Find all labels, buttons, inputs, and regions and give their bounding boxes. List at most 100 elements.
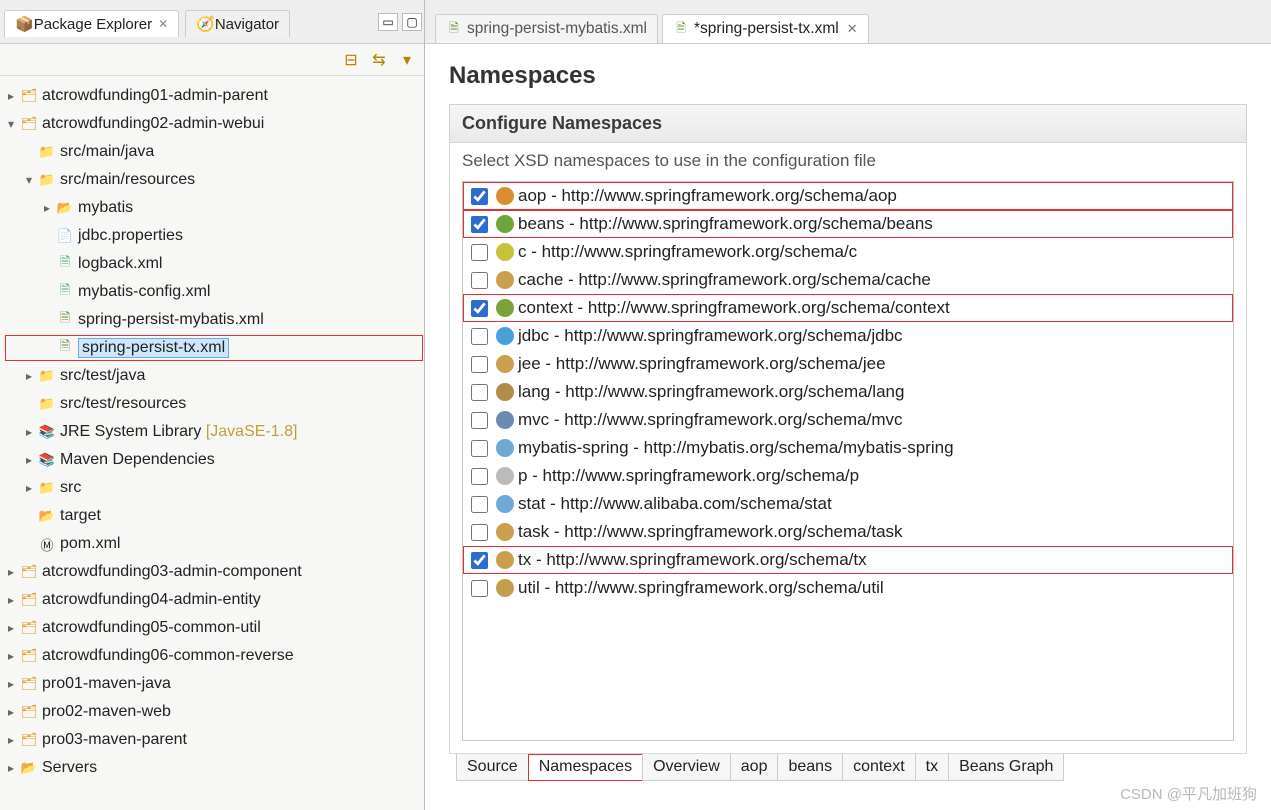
tree-src-folder[interactable]: 📁src/test/resources: [4, 390, 424, 418]
namespace-checkbox[interactable]: [471, 552, 488, 569]
tree-project[interactable]: ▸🗂atcrowdfunding05-common-util: [4, 614, 424, 642]
tree-project[interactable]: ▸🗂pro03-maven-parent: [4, 726, 424, 754]
tab-package-explorer[interactable]: 📦 Package Explorer ✕: [4, 10, 179, 37]
project-icon: 🗂: [20, 115, 38, 133]
tree-file-selected[interactable]: 🗎spring-persist-tx.xml: [4, 334, 424, 362]
namespace-row-cache[interactable]: cache - http://www.springframework.org/s…: [463, 266, 1233, 294]
tab-label: Package Explorer: [34, 16, 152, 33]
tree-folder[interactable]: ▸📁src: [4, 474, 424, 502]
namespace-label: mybatis-spring - http://mybatis.org/sche…: [518, 438, 954, 458]
close-icon[interactable]: ✕: [847, 21, 858, 37]
namespace-label: cache - http://www.springframework.org/s…: [518, 270, 931, 290]
namespace-checkbox[interactable]: [471, 356, 488, 373]
tree-project[interactable]: ▸🗂atcrowdfunding04-admin-entity: [4, 586, 424, 614]
namespace-row-p[interactable]: p - http://www.springframework.org/schem…: [463, 462, 1233, 490]
tree-project[interactable]: ▸🗂atcrowdfunding03-admin-component: [4, 558, 424, 586]
tree-maven-deps[interactable]: ▸📚Maven Dependencies: [4, 446, 424, 474]
editor-tab-active[interactable]: 🗎 *spring-persist-tx.xml ✕: [662, 14, 869, 43]
namespace-checkbox[interactable]: [471, 412, 488, 429]
package-folder-icon: 📁: [38, 367, 56, 385]
tree-src-folder[interactable]: 📁src/main/java: [4, 138, 424, 166]
editor-tab[interactable]: 🗎 spring-persist-mybatis.xml: [435, 14, 658, 43]
namespace-row-mybatis[interactable]: mybatis-spring - http://mybatis.org/sche…: [463, 434, 1233, 462]
bottom-tab-aop[interactable]: aop: [730, 754, 779, 781]
tree-project[interactable]: ▸🗂atcrowdfunding06-common-reverse: [4, 642, 424, 670]
namespace-row-context[interactable]: context - http://www.springframework.org…: [463, 294, 1233, 322]
bottom-tab-context[interactable]: context: [842, 754, 916, 781]
bottom-tab-overview[interactable]: Overview: [642, 754, 731, 781]
spring-xml-file-icon: 🗎: [446, 21, 462, 37]
bottom-tab-beans[interactable]: beans: [777, 754, 843, 781]
namespace-checkbox[interactable]: [471, 440, 488, 457]
namespace-checkbox[interactable]: [471, 580, 488, 597]
tab-navigator[interactable]: 🧭 Navigator: [185, 10, 290, 37]
namespace-label: lang - http://www.springframework.org/sc…: [518, 382, 904, 402]
tree-file[interactable]: 🗎logback.xml: [4, 250, 424, 278]
namespace-row-task[interactable]: task - http://www.springframework.org/sc…: [463, 518, 1233, 546]
tree-folder[interactable]: ▸📂mybatis: [4, 194, 424, 222]
folder-icon: 📂: [38, 507, 56, 525]
tree-jre[interactable]: ▸📚JRE System Library [JavaSE-1.8]: [4, 418, 424, 446]
namespace-checkbox[interactable]: [471, 468, 488, 485]
link-editor-icon[interactable]: ⇆: [370, 51, 388, 69]
bottom-tab-beans-graph[interactable]: Beans Graph: [948, 754, 1064, 781]
tree-project[interactable]: ▾🗂atcrowdfunding02-admin-webui: [4, 110, 424, 138]
namespace-label: mvc - http://www.springframework.org/sch…: [518, 410, 902, 430]
namespace-checkbox[interactable]: [471, 384, 488, 401]
spring-xml-file-icon: 🗎: [56, 311, 74, 329]
project-tree[interactable]: ▸🗂atcrowdfunding01-admin-parent ▾🗂atcrow…: [0, 76, 424, 810]
bottom-tab-namespaces[interactable]: Namespaces: [528, 754, 643, 781]
namespace-checkbox[interactable]: [471, 244, 488, 261]
namespace-row-jee[interactable]: jee - http://www.springframework.org/sch…: [463, 350, 1233, 378]
spring-xml-file-icon: 🗎: [56, 339, 74, 357]
collapse-all-icon[interactable]: ⊟: [342, 51, 360, 69]
namespace-checkbox[interactable]: [471, 272, 488, 289]
tree-project[interactable]: ▸📂Servers: [4, 754, 424, 782]
namespace-row-tx[interactable]: tx - http://www.springframework.org/sche…: [463, 546, 1233, 574]
namespace-row-lang[interactable]: lang - http://www.springframework.org/sc…: [463, 378, 1233, 406]
tree-project[interactable]: ▸🗂pro01-maven-java: [4, 670, 424, 698]
namespace-checkbox[interactable]: [471, 188, 488, 205]
tree-src-folder[interactable]: ▸📁src/test/java: [4, 362, 424, 390]
tree-project[interactable]: ▸🗂pro02-maven-web: [4, 698, 424, 726]
project-icon: 🗂: [20, 563, 38, 581]
tree-src-folder[interactable]: ▾📁src/main/resources: [4, 166, 424, 194]
namespace-label: c - http://www.springframework.org/schem…: [518, 242, 857, 262]
tree-file[interactable]: 🗎spring-persist-mybatis.xml: [4, 306, 424, 334]
tree-project[interactable]: ▸🗂atcrowdfunding01-admin-parent: [4, 82, 424, 110]
namespace-checkbox[interactable]: [471, 496, 488, 513]
bottom-tab-source[interactable]: Source: [456, 754, 529, 781]
package-folder-icon: 📁: [38, 395, 56, 413]
namespace-checkbox[interactable]: [471, 300, 488, 317]
tree-file[interactable]: Ⓜpom.xml: [4, 530, 424, 558]
close-icon[interactable]: ✕: [158, 17, 168, 31]
tree-folder[interactable]: 📂target: [4, 502, 424, 530]
maximize-view-button[interactable]: ▢: [402, 13, 422, 31]
namespace-row-mvc[interactable]: mvc - http://www.springframework.org/sch…: [463, 406, 1233, 434]
namespace-row-util[interactable]: util - http://www.springframework.org/sc…: [463, 574, 1233, 602]
package-icon: 📦: [15, 15, 34, 33]
xml-file-icon: 🗎: [56, 255, 74, 273]
namespace-checkbox[interactable]: [471, 328, 488, 345]
tree-file[interactable]: 🗎mybatis-config.xml: [4, 278, 424, 306]
namespace-label: aop - http://www.springframework.org/sch…: [518, 186, 897, 206]
namespace-icon: [496, 355, 514, 373]
editor-bottom-tabs: SourceNamespacesOverviewaopbeanscontextt…: [449, 754, 1247, 785]
namespace-row-aop[interactable]: aop - http://www.springframework.org/sch…: [463, 182, 1233, 210]
editor-tab-label: *spring-persist-tx.xml: [694, 20, 839, 38]
namespace-row-beans[interactable]: beans - http://www.springframework.org/s…: [463, 210, 1233, 238]
namespace-row-c[interactable]: c - http://www.springframework.org/schem…: [463, 238, 1233, 266]
namespace-icon: [496, 467, 514, 485]
namespace-checkbox[interactable]: [471, 524, 488, 541]
namespace-row-stat[interactable]: stat - http://www.alibaba.com/schema/sta…: [463, 490, 1233, 518]
library-icon: 📚: [38, 423, 56, 441]
package-folder-icon: 📁: [38, 143, 56, 161]
namespace-label: util - http://www.springframework.org/sc…: [518, 578, 884, 598]
minimize-view-button[interactable]: ▭: [378, 13, 398, 31]
view-menu-icon[interactable]: ▾: [398, 51, 416, 69]
bottom-tab-tx[interactable]: tx: [915, 754, 949, 781]
namespace-label: p - http://www.springframework.org/schem…: [518, 466, 859, 486]
namespace-checkbox[interactable]: [471, 216, 488, 233]
namespace-row-jdbc[interactable]: jdbc - http://www.springframework.org/sc…: [463, 322, 1233, 350]
tree-file[interactable]: 📄jdbc.properties: [4, 222, 424, 250]
